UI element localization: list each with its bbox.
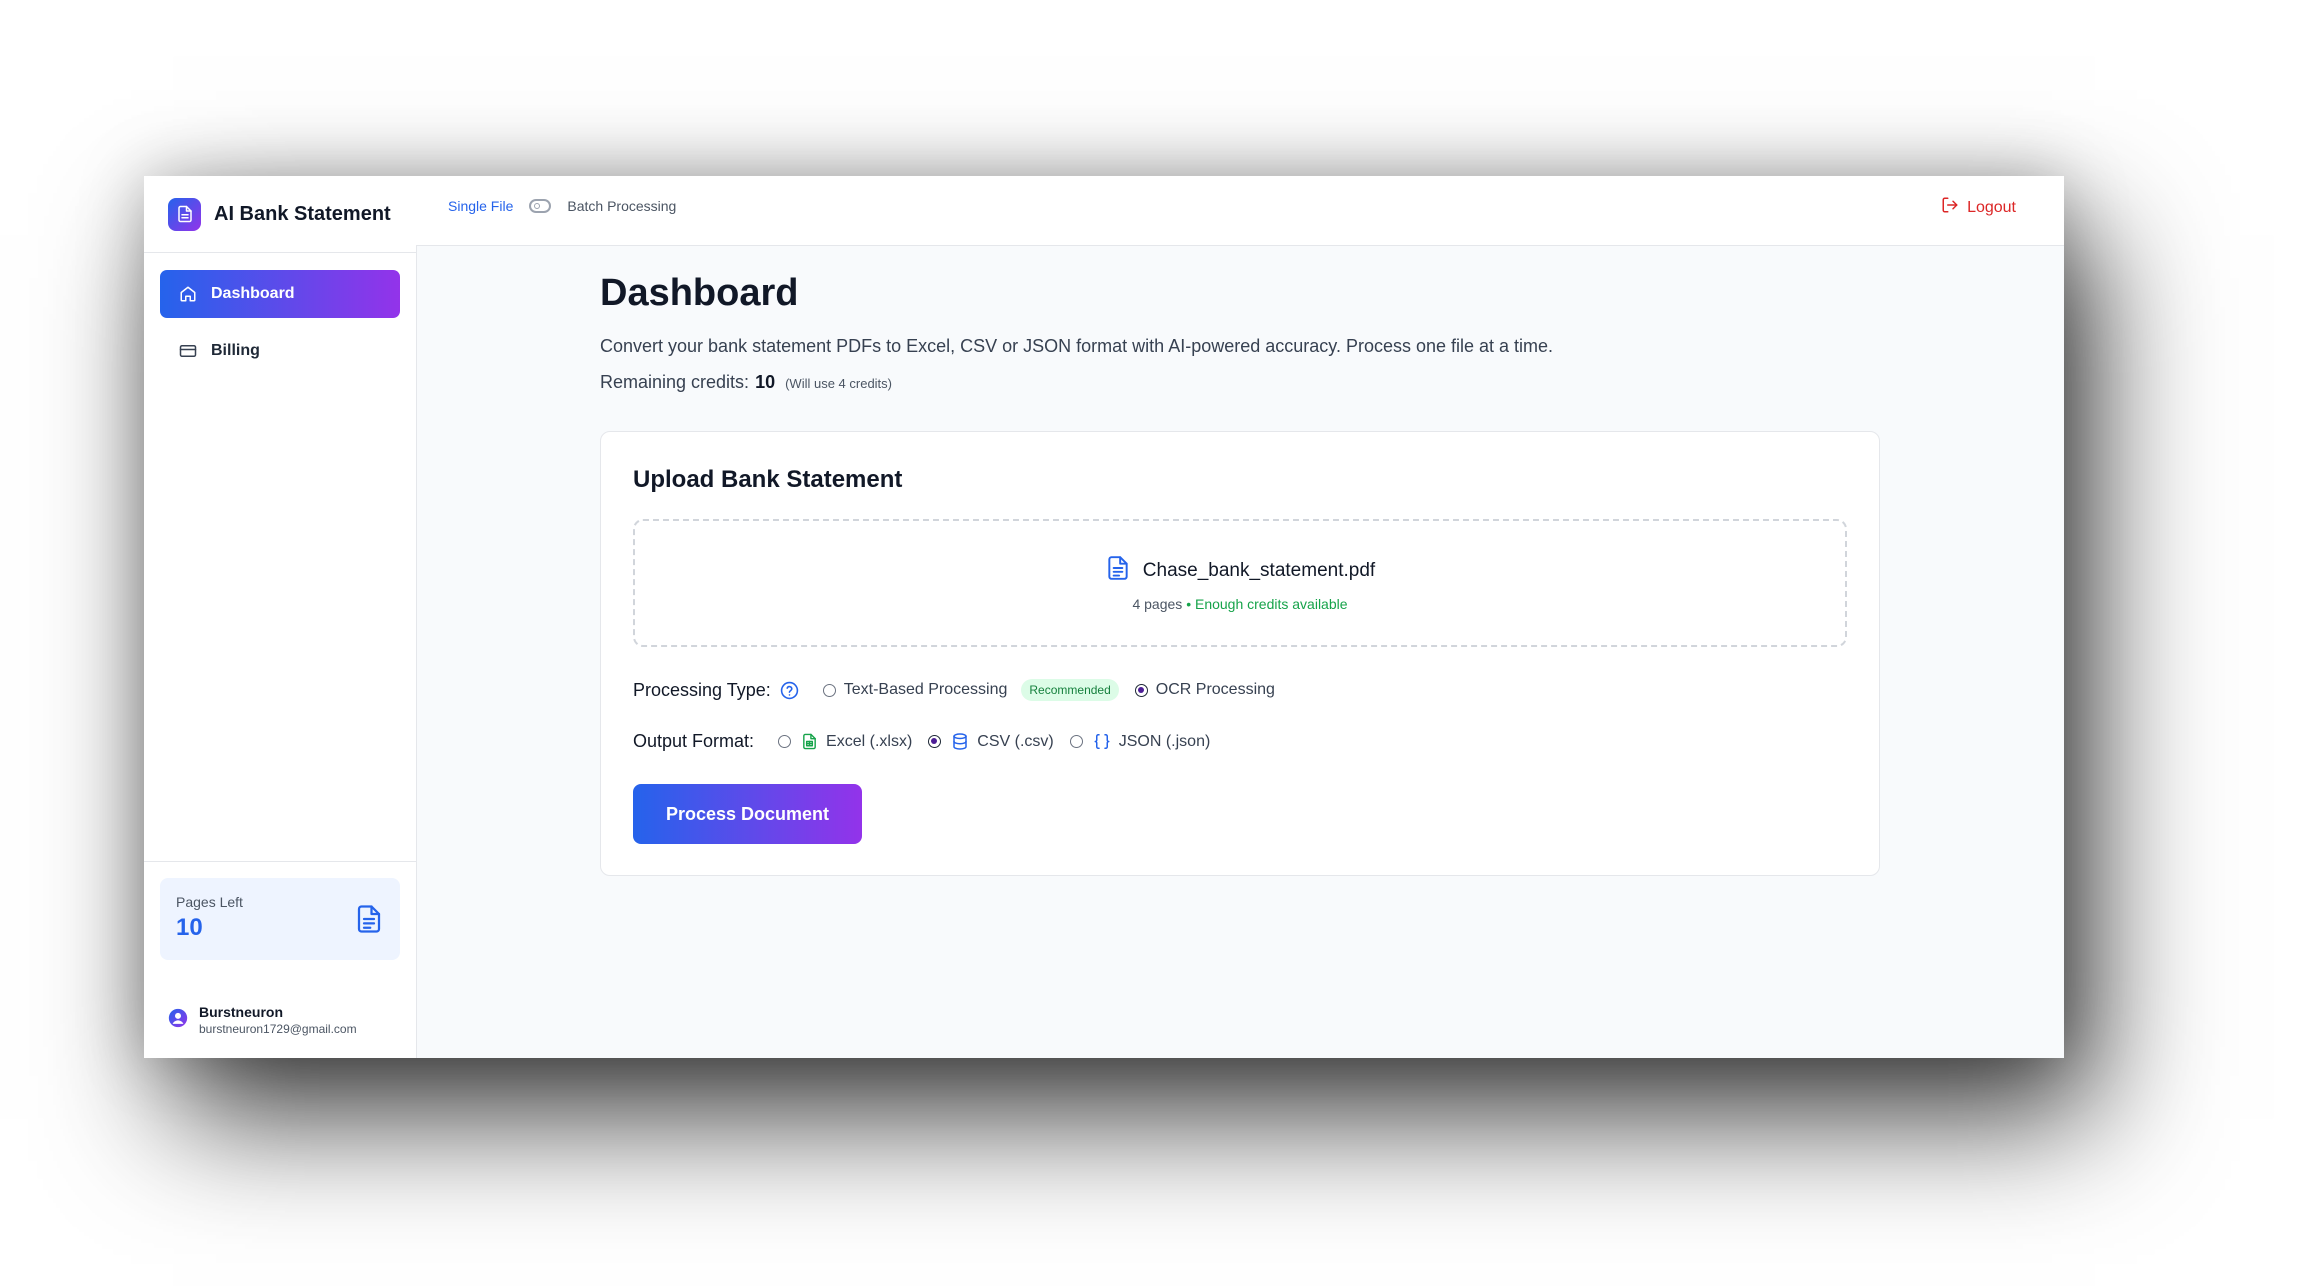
credits-note: (Will use 4 credits) [785,376,893,391]
option-json-label: JSON (.json) [1118,732,1211,750]
recommended-badge: Recommended [1021,679,1119,701]
spreadsheet-icon [801,732,818,751]
output-format-row: Output Format: Excel (.xlsx) CSV (.csv) … [633,731,1210,752]
option-csv-label: CSV (.csv) [977,732,1054,750]
file-status: Enough credits available [1194,596,1348,612]
file-dropzone[interactable]: Chase_bank_statement.pdf 4 pages • Enoug… [633,519,1847,647]
batch-mode-toggle[interactable] [529,199,552,213]
user-name: Burstneuron [199,1004,283,1020]
upload-card: Upload Bank Statement Chase_bank_stateme… [600,431,1880,876]
pages-left-card: Pages Left 10 [160,878,400,960]
toggle-knob [534,203,541,209]
credit-card-icon [178,341,198,361]
radio-excel[interactable] [778,735,792,748]
sidebar-item-label: Billing [211,342,260,359]
sidebar-item-dashboard[interactable]: Dashboard [160,270,400,318]
help-icon[interactable] [780,681,799,700]
radio-json[interactable] [1069,735,1083,748]
page-title: Dashboard [600,272,799,314]
document-icon [354,902,384,941]
remaining-credits: Remaining credits: 10 (Will use 4 credit… [600,372,892,393]
pages-left-value: 10 [176,914,203,941]
user-profile[interactable]: Burstneuron burstneuron1729@gmail.com [168,1004,357,1036]
logout-icon [1941,196,1959,219]
option-text-based-label: Text-Based Processing [843,681,1008,698]
mode-single-file[interactable]: Single File [448,198,513,214]
file-meta: 4 pages • Enough credits available [635,596,1845,612]
user-email: burstneuron1729@gmail.com [199,1022,357,1036]
document-logo-icon [168,197,201,231]
credits-label: Remaining credits: [600,372,750,392]
option-ocr-label: OCR Processing [1155,681,1275,698]
avatar [168,1008,188,1033]
brand[interactable]: AI Bank Statement [168,197,391,231]
radio-csv[interactable] [928,735,942,748]
processing-type-row: Processing Type: Text-Based Processing R… [633,679,1275,701]
logout-button[interactable]: Logout [1941,196,2016,219]
file-icon [1105,553,1131,588]
meta-separator: • [1186,596,1192,612]
top-bar: Single File Batch Processing Logout [416,176,2064,246]
page-description: Convert your bank statement PDFs to Exce… [600,336,1554,356]
file-pages: 4 pages [1132,596,1183,612]
file-name: Chase_bank_statement.pdf [1142,559,1376,581]
sidebar-item-label: Dashboard [211,285,295,302]
mode-switch: Single File Batch Processing [448,198,676,214]
sidebar-item-billing[interactable]: Billing [160,327,400,375]
process-document-button[interactable]: Process Document [633,784,862,844]
divider [144,252,416,253]
app-title: AI Bank Statement [214,202,391,225]
processing-type-label: Processing Type: [633,679,771,700]
upload-title: Upload Bank Statement [633,466,903,493]
database-icon [951,732,969,751]
option-excel-label: Excel (.xlsx) [826,732,913,750]
pages-left-label: Pages Left [176,894,243,910]
sidebar: AI Bank Statement Dashboard Billing Page… [144,176,417,1058]
radio-ocr[interactable] [1134,683,1148,697]
radio-text-based[interactable] [822,683,836,697]
selected-file: Chase_bank_statement.pdf [635,553,1845,588]
braces-icon [1093,732,1111,751]
divider [144,861,416,862]
app-window: AI Bank Statement Dashboard Billing Page… [144,176,2064,1058]
home-icon [178,284,198,304]
credits-value: 10 [755,372,776,392]
logout-label: Logout [1967,198,2016,216]
output-format-label: Output Format: [633,731,755,751]
mode-batch-processing[interactable]: Batch Processing [567,198,676,214]
